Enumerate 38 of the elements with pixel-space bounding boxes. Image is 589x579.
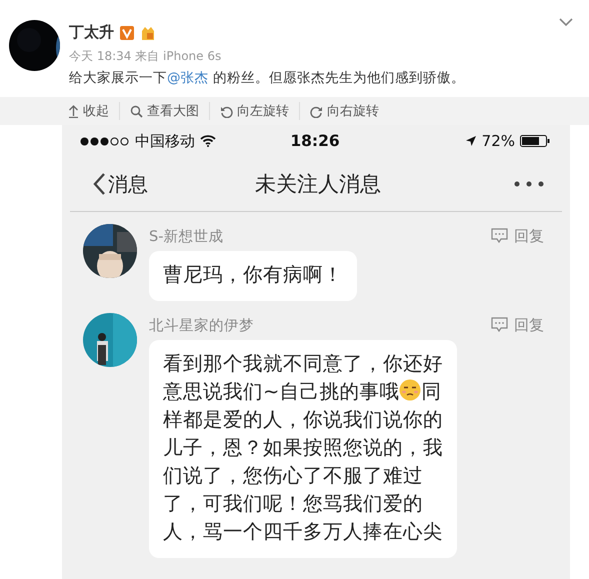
mention-link[interactable]: @张杰: [167, 70, 208, 86]
zoom-button[interactable]: 查看大图: [120, 102, 210, 120]
chevron-left-icon: [92, 172, 106, 196]
search-icon: [130, 104, 143, 118]
signal-dots-icon: [80, 136, 130, 146]
collapse-icon: [68, 104, 79, 118]
wifi-icon: [200, 135, 216, 147]
location-arrow-icon: [464, 135, 477, 147]
status-time: 18:26: [290, 132, 340, 150]
carrier-name: 中国移动: [135, 132, 195, 150]
battery-percent: 72%: [482, 132, 515, 150]
more-icon[interactable]: [514, 181, 544, 187]
message-text: 人，骂一个四千多万人捧在心尖: [163, 519, 443, 545]
author-name[interactable]: 丁太升: [69, 23, 114, 42]
message-text: 同: [421, 380, 442, 403]
rotate-left-icon: [220, 104, 233, 118]
comment-icon: [491, 317, 508, 333]
message-text: 意思说我们~自己挑的事哦: [163, 380, 400, 403]
message-text: 了，可我们呢！您骂我们爱的: [163, 491, 424, 517]
message-text: 儿子，恩？如果按照您说的，我: [163, 435, 443, 461]
message-text: 看到那个我就不同意了，你还好: [163, 351, 443, 377]
rotate-right-button[interactable]: 向右旋转: [300, 102, 389, 120]
post-text: 给大家展示一下@张杰 的粉丝。但愿张杰先生为他们感到骄傲。: [69, 69, 465, 87]
comment-icon: [491, 228, 508, 244]
unamused-face-icon: [399, 379, 422, 401]
rotate-right-icon: [310, 104, 323, 118]
message-text: 曹尼玛，你有病啊！: [163, 262, 343, 288]
page-title: 未关注人消息: [255, 171, 381, 198]
rotate-left-button[interactable]: 向左旋转: [210, 102, 300, 120]
post-time: 今天 18:34 来自 iPhone 6s: [69, 48, 222, 65]
message-text: 们说了，您伤心了不服了难过: [163, 463, 424, 489]
chevron-down-icon[interactable]: [559, 18, 573, 27]
medal-icon: [140, 24, 157, 40]
message-text: 样都是爱的人，你说我们说你的: [163, 407, 443, 433]
battery-icon: [520, 135, 550, 147]
verified-badge-icon: [120, 26, 134, 40]
back-button[interactable]: 消息: [92, 170, 255, 198]
collapse-button[interactable]: 收起: [68, 102, 120, 120]
